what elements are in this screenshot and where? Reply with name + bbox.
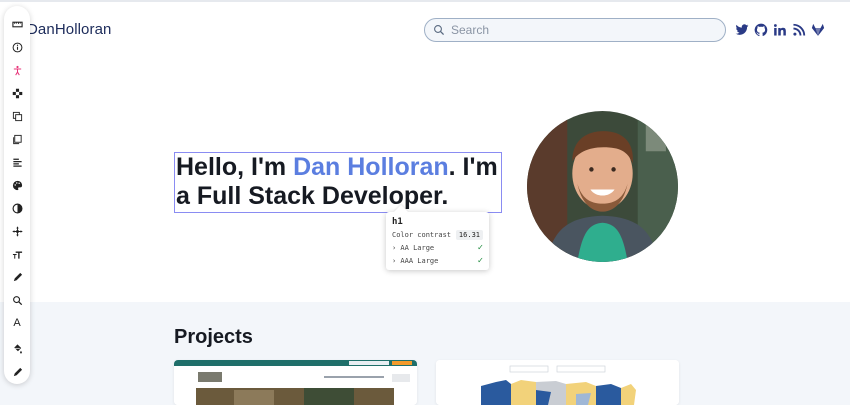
contrast-icon[interactable]	[7, 198, 27, 218]
contrast-row: Color contrast 16.31	[392, 230, 483, 240]
dev-toolbar: A	[4, 6, 30, 384]
linkedin-icon[interactable]	[773, 22, 787, 38]
hero-line2: a Full Stack Developer.	[176, 182, 449, 210]
text-icon[interactable]: A	[7, 313, 27, 333]
search-icon	[434, 25, 445, 36]
twitter-icon[interactable]	[735, 22, 749, 38]
move-icon[interactable]	[7, 83, 27, 103]
position-icon[interactable]	[7, 221, 27, 241]
edit-icon[interactable]	[7, 362, 27, 382]
aa-label: › AA Large	[392, 244, 435, 252]
copy-icon[interactable]	[7, 129, 27, 149]
project-thumbnail	[174, 360, 417, 405]
aa-row: › AA Large ✓	[392, 243, 483, 253]
text-tool-label: A	[13, 317, 21, 329]
rss-icon[interactable]	[792, 22, 806, 38]
projects-section	[0, 302, 850, 405]
github-icon[interactable]	[754, 22, 768, 38]
search-icon[interactable]	[7, 290, 27, 310]
hero-name: Dan Holloran	[293, 153, 449, 181]
info-icon[interactable]	[7, 37, 27, 57]
align-icon[interactable]	[7, 152, 27, 172]
inspector-tag: h1	[392, 217, 403, 227]
palette-icon[interactable]	[7, 175, 27, 195]
project-card[interactable]	[436, 360, 679, 405]
aaa-label: › AAA Large	[392, 257, 439, 265]
project-thumbnail	[436, 360, 679, 405]
contrast-inspector-tooltip: h1 Color contrast 16.31 › AA Large ✓ › A…	[386, 212, 489, 270]
projects-heading: Projects	[174, 326, 253, 348]
contrast-value: 16.31	[455, 230, 483, 240]
site-brand[interactable]: DanHolloran	[27, 21, 111, 38]
contrast-label: Color contrast	[392, 231, 452, 239]
gitlab-icon[interactable]	[811, 22, 825, 38]
text-size-icon[interactable]	[7, 244, 27, 264]
duplicate-icon[interactable]	[7, 106, 27, 126]
check-icon: ✓	[477, 256, 483, 266]
hero-heading: Hello, I'm Dan Holloran. I'm a Full Stac…	[176, 153, 501, 211]
hero-line1-prefix: Hello, I'm	[176, 153, 294, 181]
search-input[interactable]: Search	[451, 23, 489, 37]
fill-icon[interactable]	[7, 338, 27, 358]
accessibility-icon[interactable]	[7, 60, 27, 80]
ruler-icon[interactable]	[7, 14, 27, 34]
search-bar[interactable]: Search	[424, 18, 726, 42]
hero-line1-suffix: . I'm	[448, 153, 498, 181]
hero-heading-highlight: Hello, I'm Dan Holloran. I'm a Full Stac…	[174, 152, 502, 213]
pencil-icon[interactable]	[7, 267, 27, 287]
project-card[interactable]	[174, 360, 417, 405]
top-border	[0, 0, 850, 2]
check-icon: ✓	[477, 243, 483, 253]
profile-photo	[527, 111, 678, 262]
aaa-row: › AAA Large ✓	[392, 256, 483, 266]
